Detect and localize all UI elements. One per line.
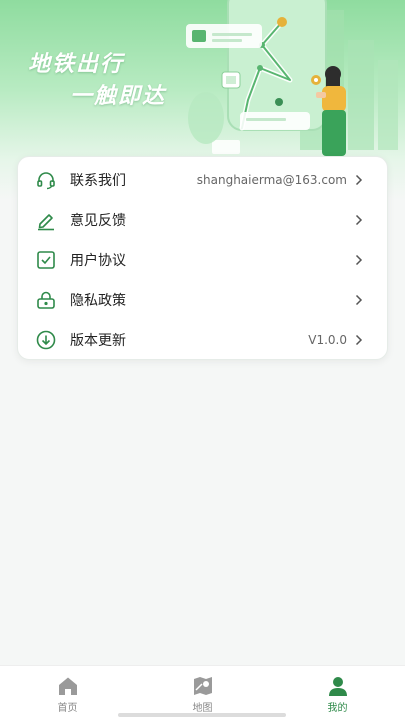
slogan-line-1: 地铁出行 <box>28 52 125 77</box>
menu-item-user-agreement[interactable]: 用户协议 <box>18 240 387 280</box>
tab-label: 我的 <box>327 702 348 714</box>
home-indicator <box>118 713 286 717</box>
chevron-right-icon <box>353 174 365 186</box>
slogan-line-2: 一触即达 <box>70 84 167 109</box>
map-icon <box>191 675 215 697</box>
menu-item-feedback[interactable]: 意见反馈 <box>18 200 387 240</box>
chevron-right-icon <box>353 334 365 346</box>
tab-map[interactable]: 地图 <box>135 666 270 720</box>
contact-email: shanghaierma@163.com <box>196 173 347 187</box>
menu-item-privacy-policy[interactable]: 隐私政策 <box>18 280 387 320</box>
checkbox-icon <box>34 248 58 272</box>
bottom-tab-bar: 首页 地图 我的 <box>0 665 405 720</box>
headset-icon <box>34 168 58 192</box>
tab-profile[interactable]: 我的 <box>270 666 405 720</box>
tab-label: 地图 <box>192 702 213 714</box>
menu-item-label: 隐私政策 <box>70 293 126 309</box>
chevron-right-icon <box>353 214 365 226</box>
tab-home[interactable]: 首页 <box>0 666 135 720</box>
chevron-right-icon <box>353 254 365 266</box>
settings-card: 联系我们 shanghaierma@163.com 意见反馈 用户协议 隐私政策… <box>17 156 388 360</box>
menu-item-label: 版本更新 <box>70 333 126 349</box>
chevron-right-icon <box>353 294 365 306</box>
menu-item-label: 联系我们 <box>70 173 126 189</box>
lock-icon <box>34 288 58 312</box>
tab-label: 首页 <box>57 702 78 714</box>
menu-item-label: 意见反馈 <box>70 213 126 229</box>
download-icon <box>34 328 58 352</box>
version-number: V1.0.0 <box>308 333 347 347</box>
pen-icon <box>34 208 58 232</box>
menu-item-version-update[interactable]: 版本更新 V1.0.0 <box>18 320 387 360</box>
menu-item-label: 用户协议 <box>70 253 126 269</box>
menu-item-contact[interactable]: 联系我们 shanghaierma@163.com <box>18 160 387 200</box>
home-icon <box>56 675 80 697</box>
profile-icon <box>326 675 350 697</box>
